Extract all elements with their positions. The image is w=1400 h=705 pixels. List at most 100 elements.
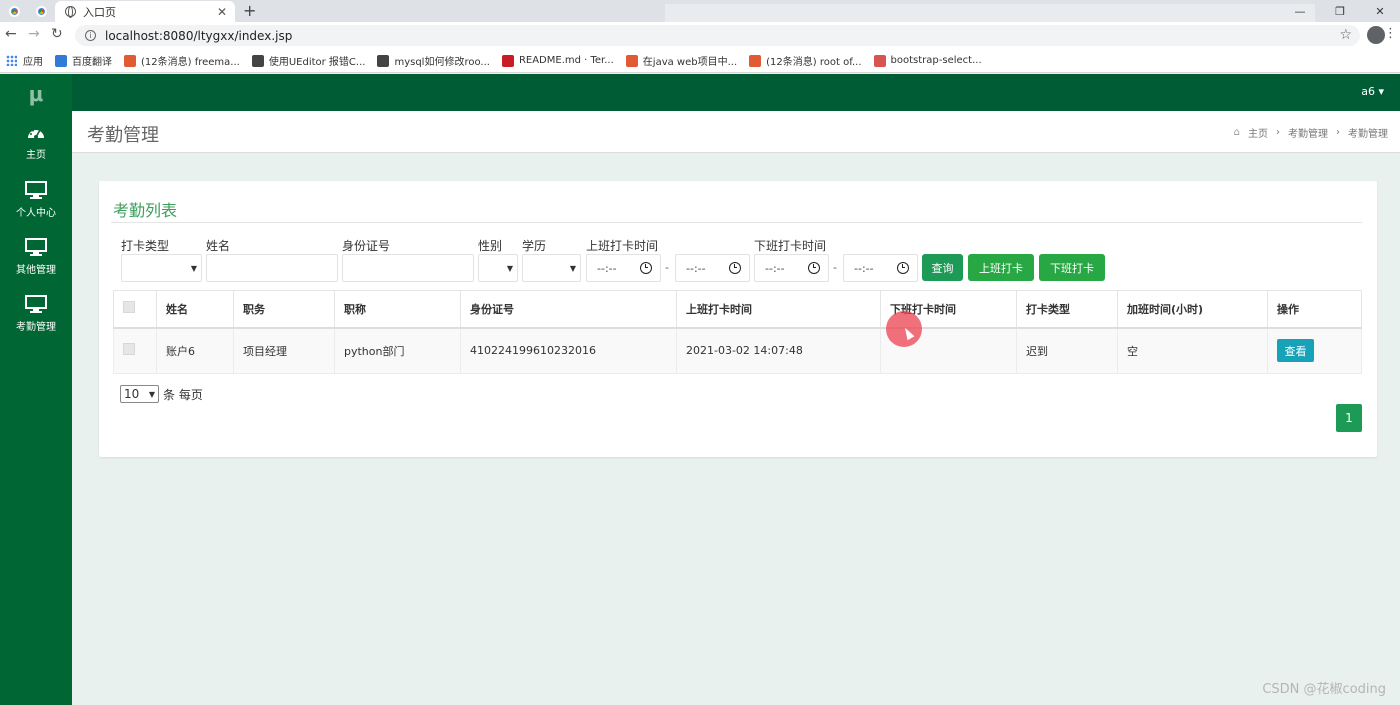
- bookmark-item[interactable]: README.md · Ter...: [501, 54, 614, 67]
- sidebar-item-label: 主页: [26, 150, 46, 161]
- select-all-checkbox[interactable]: [123, 301, 135, 314]
- clock-icon[interactable]: [808, 262, 820, 274]
- close-window-button[interactable]: ✕: [1360, 0, 1400, 22]
- page-header: 考勤管理 ⌂ 主页 › 考勤管理 › 考勤管理: [72, 111, 1400, 153]
- pinned-tab[interactable]: [31, 3, 51, 20]
- column-header[interactable]: 加班时间(小时): [1117, 290, 1268, 329]
- cell-checkin-time: 2021-03-02 14:07:48: [676, 327, 881, 374]
- bookmark-item[interactable]: (12条消息) root of...: [749, 53, 862, 68]
- menu-icon[interactable]: ⋮: [1384, 26, 1397, 41]
- chrome-icon: [35, 6, 47, 17]
- bookmark-label: 在java web项目中...: [642, 57, 738, 68]
- bookmark-label: 百度翻译: [72, 57, 112, 68]
- column-header[interactable]: 职称: [334, 290, 461, 329]
- card-title: 考勤列表: [113, 201, 178, 220]
- divider: [111, 222, 1362, 223]
- query-button[interactable]: 查询: [922, 254, 963, 281]
- table-header-row: 姓名 职务 职称 身份证号 上班打卡时间 下班打卡时间 打卡类型 加班时间(小时…: [113, 290, 1362, 329]
- watermark: CSDN @花椒coding: [1262, 682, 1386, 697]
- sidebar-item-attendance[interactable]: 考勤管理: [0, 285, 72, 342]
- clock-icon[interactable]: [729, 262, 741, 274]
- bookmark-item[interactable]: 应用: [6, 53, 43, 68]
- breadcrumb-current: 考勤管理: [1348, 129, 1388, 140]
- id-number-input[interactable]: [342, 254, 474, 282]
- checkin-start-time[interactable]: --:--: [586, 254, 661, 282]
- dashboard-icon: [28, 128, 44, 139]
- gender-label: 性别: [478, 239, 503, 253]
- column-header[interactable]: 职务: [233, 290, 335, 329]
- reload-icon[interactable]: ↻: [51, 26, 63, 42]
- checkin-end-time[interactable]: --:--: [675, 254, 750, 282]
- url-field[interactable]: i localhost:8080/ltygxx/index.jsp: [75, 25, 1360, 46]
- checkin-time-label: 上班打卡时间: [586, 239, 659, 253]
- range-dash: -: [665, 261, 669, 274]
- new-tab-button[interactable]: +: [243, 1, 256, 20]
- column-header: 操作: [1267, 290, 1362, 329]
- checkout-time-label: 下班打卡时间: [754, 239, 827, 253]
- back-icon[interactable]: ←: [5, 26, 17, 42]
- column-header[interactable]: 身份证号: [460, 290, 677, 329]
- breadcrumb-home[interactable]: 主页: [1248, 125, 1268, 140]
- bookmark-item[interactable]: 在java web项目中...: [625, 53, 738, 68]
- pagination-page-1[interactable]: 1: [1336, 404, 1362, 432]
- sidebar-item-home[interactable]: 主页: [0, 114, 72, 171]
- maximize-button[interactable]: ❐: [1320, 0, 1360, 22]
- checkout-start-time[interactable]: --:--: [754, 254, 829, 282]
- clock-icon[interactable]: [640, 262, 652, 274]
- translate-icon: [55, 54, 67, 67]
- page-size-select[interactable]: 10 ▼: [120, 385, 159, 403]
- home-icon: ⌂: [1233, 127, 1240, 138]
- name-input[interactable]: [206, 254, 338, 282]
- bookmark-label: (12条消息) freema...: [141, 57, 240, 68]
- gender-select[interactable]: ▼: [478, 254, 518, 282]
- cell-overtime: 空: [1117, 327, 1268, 374]
- tab-strip-background: [665, 4, 1315, 22]
- row-select-cell: [113, 327, 157, 374]
- checkout-end-time[interactable]: --:--: [843, 254, 918, 282]
- forward-icon[interactable]: →: [28, 26, 40, 42]
- bookmark-item[interactable]: mysql如何修改roo...: [377, 53, 490, 68]
- csdn-icon: [749, 54, 762, 67]
- bookmark-star-icon[interactable]: ☆: [1339, 27, 1352, 43]
- close-tab-icon[interactable]: ✕: [217, 5, 227, 19]
- id-number-label: 身份证号: [342, 239, 391, 253]
- minimize-button[interactable]: —: [1280, 0, 1320, 22]
- punch-type-label: 打卡类型: [121, 239, 170, 253]
- breadcrumb-section[interactable]: 考勤管理: [1288, 125, 1328, 140]
- clock-icon[interactable]: [897, 262, 909, 274]
- checkout-button[interactable]: 下班打卡: [1039, 254, 1105, 281]
- column-header[interactable]: 上班打卡时间: [676, 290, 881, 329]
- csdn-icon: [625, 54, 638, 67]
- breadcrumb: ⌂ 主页 › 考勤管理 › 考勤管理: [1234, 125, 1388, 140]
- row-checkbox[interactable]: [123, 343, 135, 356]
- chevron-down-icon: ▼: [569, 264, 576, 273]
- web-icon: [377, 54, 390, 67]
- monitor-icon: [25, 294, 47, 313]
- education-select[interactable]: ▼: [522, 254, 581, 282]
- column-header[interactable]: 打卡类型: [1016, 290, 1118, 329]
- info-icon[interactable]: i: [85, 30, 96, 41]
- chevron-down-icon: ▼: [190, 264, 197, 273]
- bookmark-item[interactable]: 百度翻译: [55, 53, 112, 68]
- bookmark-label: (12条消息) root of...: [766, 57, 862, 68]
- doc-icon: [873, 54, 886, 67]
- checkin-button[interactable]: 上班打卡: [968, 254, 1034, 281]
- column-header[interactable]: 姓名: [156, 290, 234, 329]
- active-tab[interactable]: 入口页 ✕: [55, 1, 235, 22]
- cell-punch-type: 迟到: [1016, 327, 1118, 374]
- cell-action: 查看: [1267, 327, 1362, 374]
- user-menu[interactable]: a6 ▾: [1361, 85, 1384, 98]
- bookmark-label: 使用UEditor 报错C...: [268, 57, 366, 68]
- punch-type-select[interactable]: ▼: [121, 254, 202, 282]
- sidebar-item-profile[interactable]: 个人中心: [0, 171, 72, 228]
- bookmark-item[interactable]: (12条消息) freema...: [124, 53, 240, 68]
- profile-avatar-icon[interactable]: [1367, 26, 1385, 44]
- pinned-tab[interactable]: [4, 3, 24, 20]
- chrome-icon: [8, 6, 20, 17]
- select-all-header: [113, 290, 157, 329]
- education-label: 学历: [522, 239, 547, 253]
- view-button[interactable]: 查看: [1277, 339, 1314, 363]
- bookmark-item[interactable]: 使用UEditor 报错C...: [251, 53, 366, 68]
- sidebar-item-other[interactable]: 其他管理: [0, 228, 72, 285]
- bookmark-item[interactable]: bootstrap-select...: [873, 54, 982, 67]
